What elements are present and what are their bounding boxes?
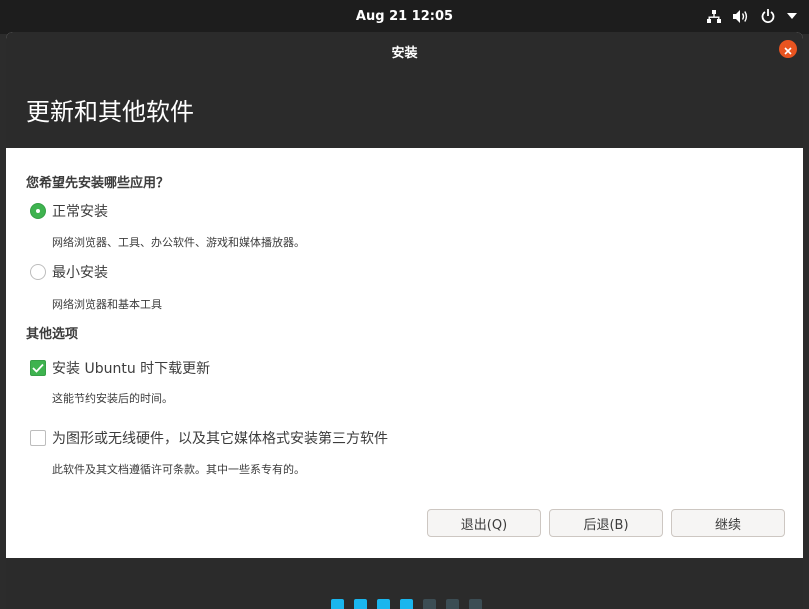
progress-dot <box>377 599 390 609</box>
progress-dot <box>354 599 367 609</box>
minimal-install-desc: 网络浏览器和基本工具 <box>52 298 162 311</box>
apps-question: 您希望先安装哪些应用？ <box>26 176 170 191</box>
download-updates-option[interactable]: 安装 Ubuntu 时下载更新 <box>30 358 210 378</box>
normal-install-desc: 网络浏览器、工具、办公软件、游戏和媒体播放器。 <box>52 236 305 249</box>
power-icon[interactable] <box>761 9 775 23</box>
close-button[interactable] <box>779 40 797 58</box>
chevron-down-icon[interactable] <box>787 13 797 19</box>
progress-dot <box>423 599 436 609</box>
page-title: 更新和其他软件 <box>26 98 194 126</box>
installer-window: 安装 更新和其他软件 您希望先安装哪些应用？ 正常安装 网络浏览器、工具、办公软… <box>6 32 803 609</box>
progress-dot <box>400 599 413 609</box>
minimal-install-option[interactable]: 最小安装 <box>30 262 108 282</box>
progress-dot <box>446 599 459 609</box>
window-title: 安装 <box>391 46 418 61</box>
clock[interactable]: Aug 21 12:05 <box>0 9 809 24</box>
other-options-title: 其他选项 <box>26 327 79 342</box>
system-tray[interactable] <box>707 9 797 23</box>
footer <box>6 558 803 609</box>
page-header: 更新和其他软件 <box>6 70 803 148</box>
progress-dot <box>331 599 344 609</box>
third-party-label[interactable]: 为图形或无线硬件，以及其它媒体格式安装第三方软件 <box>52 428 388 448</box>
volume-icon[interactable] <box>733 9 749 23</box>
progress-dots <box>331 599 482 609</box>
quit-button[interactable]: 退出(Q) <box>427 509 541 537</box>
normal-install-radio[interactable] <box>30 203 46 219</box>
third-party-desc: 此软件及其文档遵循许可条款。其中一些系专有的。 <box>52 463 305 476</box>
main-content: 您希望先安装哪些应用？ 正常安装 网络浏览器、工具、办公软件、游戏和媒体播放器。… <box>6 148 803 558</box>
top-bar: Aug 21 12:05 <box>0 0 809 34</box>
title-bar[interactable]: 安装 <box>6 32 803 70</box>
network-icon[interactable] <box>707 9 721 23</box>
checkmark-icon <box>32 363 44 373</box>
back-button[interactable]: 后退(B) <box>549 509 663 537</box>
third-party-option[interactable]: 为图形或无线硬件，以及其它媒体格式安装第三方软件 <box>30 428 388 448</box>
third-party-checkbox[interactable] <box>30 430 46 446</box>
minimal-install-radio[interactable] <box>30 264 46 280</box>
download-updates-desc: 这能节约安装后的时间。 <box>52 392 173 405</box>
close-icon <box>784 40 792 59</box>
continue-button[interactable]: 继续 <box>671 509 785 537</box>
normal-install-label[interactable]: 正常安装 <box>52 201 108 221</box>
progress-dot <box>469 599 482 609</box>
download-updates-label[interactable]: 安装 Ubuntu 时下载更新 <box>52 358 210 378</box>
download-updates-checkbox[interactable] <box>30 360 46 376</box>
minimal-install-label[interactable]: 最小安装 <box>52 262 108 282</box>
normal-install-option[interactable]: 正常安装 <box>30 201 108 221</box>
